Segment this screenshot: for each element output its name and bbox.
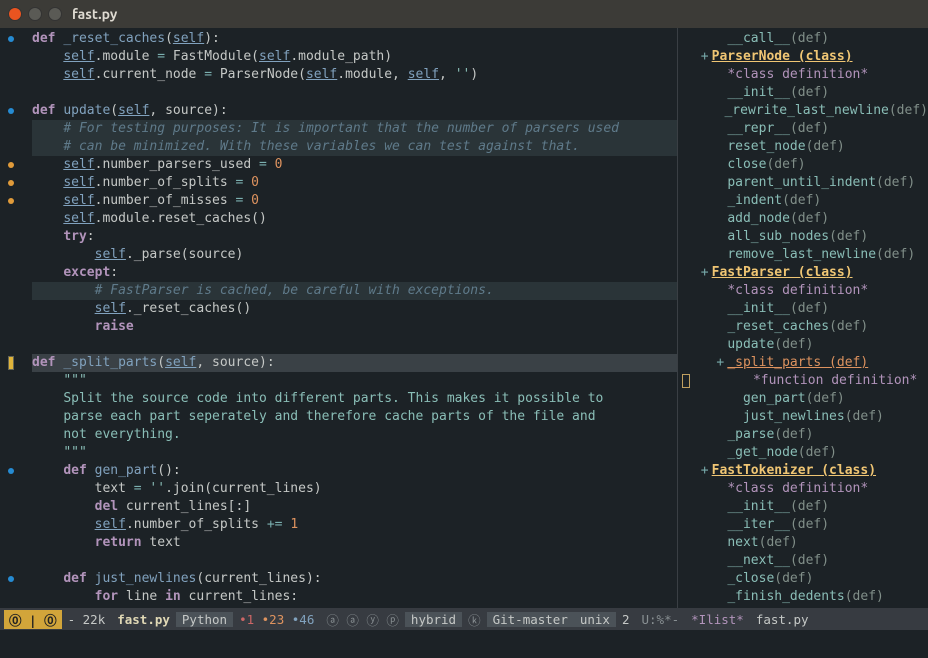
- outline-item[interactable]: __init__ (def): [682, 84, 928, 102]
- code-line[interactable]: def gen_part():: [32, 462, 677, 480]
- flycheck-info-count[interactable]: •46: [292, 612, 315, 627]
- minor-modes: ⓐ ⓐ ⓨ ⓟ: [320, 610, 405, 629]
- outline-item[interactable]: __iter__ (def): [682, 516, 928, 534]
- code-line[interactable]: except:: [32, 264, 677, 282]
- flycheck-warning-count[interactable]: •23: [262, 612, 285, 627]
- code-line[interactable]: [32, 84, 677, 102]
- outline-item[interactable]: _close (def): [682, 570, 928, 588]
- window-controls: [8, 7, 62, 21]
- buffer-size: 22k: [83, 612, 106, 627]
- code-line[interactable]: """: [32, 444, 677, 462]
- right-buffer-file: fast.py: [750, 612, 815, 627]
- outline-item[interactable]: _parse (def): [682, 426, 928, 444]
- code-line[interactable]: for line in current_lines:: [32, 588, 677, 606]
- outline-item[interactable]: parent_until_indent (def): [682, 174, 928, 192]
- outline-item[interactable]: just_newlines (def): [682, 408, 928, 426]
- evil-state: hybrid: [405, 612, 462, 627]
- workarea: def _reset_caches(self): self.module = F…: [0, 28, 928, 608]
- warn-indicator: ⓪ | ⓪: [4, 610, 62, 629]
- code-line[interactable]: [32, 336, 677, 354]
- code-line[interactable]: self._reset_caches(): [32, 300, 677, 318]
- outline-item[interactable]: _finish_dedents (def): [682, 588, 928, 606]
- right-buffer-label[interactable]: *Ilist*: [685, 612, 750, 627]
- outline-item[interactable]: reset_node (def): [682, 138, 928, 156]
- outline-item[interactable]: +FastParser (class): [682, 264, 928, 282]
- outline-item[interactable]: remove_last_newline (def): [682, 246, 928, 264]
- outline-item[interactable]: _rewrite_last_newline (def): [682, 102, 928, 120]
- code-line[interactable]: self.number_of_splits = 0: [32, 174, 677, 192]
- code-line[interactable]: self.module.reset_caches(): [32, 210, 677, 228]
- titlebar: fast.py: [0, 0, 928, 28]
- code-line[interactable]: self._parse(source): [32, 246, 677, 264]
- code-line[interactable]: self.number_of_splits += 1: [32, 516, 677, 534]
- minimize-icon[interactable]: [28, 7, 42, 21]
- outline-item[interactable]: __init__ (def): [682, 300, 928, 318]
- outline-item[interactable]: update (def): [682, 336, 928, 354]
- outline-item[interactable]: all_sub_nodes (def): [682, 228, 928, 246]
- code-line[interactable]: not everything.: [32, 426, 677, 444]
- code-line[interactable]: self.number_of_misses = 0: [32, 192, 677, 210]
- outline-item[interactable]: *function definition*: [682, 372, 928, 390]
- code-line[interactable]: del current_lines[:]: [32, 498, 677, 516]
- outline-item[interactable]: *class definition*: [682, 282, 928, 300]
- outline-item[interactable]: __call__ (def): [682, 30, 928, 48]
- outline-item[interactable]: *class definition*: [682, 480, 928, 498]
- outline-item[interactable]: gen_part (def): [682, 390, 928, 408]
- window-title: fast.py: [72, 6, 117, 22]
- minibuffer[interactable]: [0, 630, 928, 658]
- modeline: ⓪ | ⓪ - 22k fast.py Python •1 •23 •46 ⓐ …: [0, 608, 928, 630]
- outline-item[interactable]: _get_node (def): [682, 444, 928, 462]
- code-line[interactable]: [32, 552, 677, 570]
- code-line[interactable]: parse each part seperately and therefore…: [32, 408, 677, 426]
- flycheck-error-count[interactable]: •1: [239, 612, 254, 627]
- code-line[interactable]: # For testing purposes: It is important …: [32, 120, 677, 138]
- maximize-icon[interactable]: [48, 7, 62, 21]
- major-mode[interactable]: Python: [176, 612, 233, 627]
- code-line[interactable]: self.current_node = ParserNode(self.modu…: [32, 66, 677, 84]
- coding-system: unix: [574, 612, 616, 627]
- code-line[interactable]: return text: [32, 534, 677, 552]
- buffer-name[interactable]: fast.py: [111, 612, 176, 627]
- code-line[interactable]: def just_newlines(current_lines):: [32, 570, 677, 588]
- code-line[interactable]: def _reset_caches(self):: [32, 30, 677, 48]
- outline-item[interactable]: +_split_parts (def): [682, 354, 928, 372]
- outline-item[interactable]: +FastTokenizer (class): [682, 462, 928, 480]
- outline-item[interactable]: close (def): [682, 156, 928, 174]
- code-line[interactable]: def update(self, source):: [32, 102, 677, 120]
- outline-item[interactable]: __next__ (def): [682, 552, 928, 570]
- code-area[interactable]: def _reset_caches(self): self.module = F…: [22, 28, 677, 608]
- outline-item[interactable]: __repr__ (def): [682, 120, 928, 138]
- code-line[interactable]: try:: [32, 228, 677, 246]
- right-status: U:%*-: [636, 612, 686, 627]
- code-line[interactable]: """: [32, 372, 677, 390]
- outline-pane[interactable]: __call__ (def) +ParserNode (class) *clas…: [678, 28, 928, 608]
- outline-item[interactable]: next (def): [682, 534, 928, 552]
- outline-item[interactable]: _reset_caches (def): [682, 318, 928, 336]
- code-line[interactable]: def _split_parts(self, source):: [32, 354, 677, 372]
- code-line[interactable]: raise: [32, 318, 677, 336]
- gutter[interactable]: [0, 28, 22, 608]
- code-line[interactable]: # FastParser is cached, be careful with …: [32, 282, 677, 300]
- main-editor-pane[interactable]: def _reset_caches(self): self.module = F…: [0, 28, 678, 608]
- vc-branch[interactable]: Git-master: [487, 612, 574, 627]
- code-line[interactable]: self.number_parsers_used = 0: [32, 156, 677, 174]
- code-line[interactable]: self.module = FastModule(self.module_pat…: [32, 48, 677, 66]
- outline-item[interactable]: add_node (def): [682, 210, 928, 228]
- code-line[interactable]: text = ''.join(current_lines): [32, 480, 677, 498]
- outline-item[interactable]: __init__ (def): [682, 498, 928, 516]
- code-line[interactable]: # can be minimized. With these variables…: [32, 138, 677, 156]
- close-icon[interactable]: [8, 7, 22, 21]
- outline-item[interactable]: *class definition*: [682, 66, 928, 84]
- outline-item[interactable]: _indent (def): [682, 192, 928, 210]
- code-line[interactable]: Split the source code into different par…: [32, 390, 677, 408]
- outline-item[interactable]: +ParserNode (class): [682, 48, 928, 66]
